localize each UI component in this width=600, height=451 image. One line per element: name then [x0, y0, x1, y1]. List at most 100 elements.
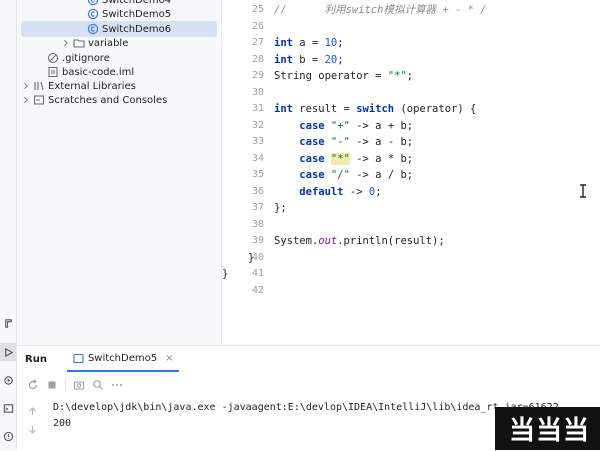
project-tree-label: SwitchDemo5	[102, 8, 172, 20]
code-line-41: }	[222, 266, 228, 283]
toolbar-divider	[65, 379, 66, 391]
line-number: 29	[251, 70, 264, 81]
code-text: System.	[274, 235, 319, 247]
code-text: ;	[337, 37, 344, 49]
static-field: out	[318, 235, 338, 247]
gitignore-icon	[47, 52, 59, 64]
stop-icon[interactable]	[46, 379, 58, 391]
code-line-36: default -> 0;	[274, 184, 382, 201]
run-panel-header: Run SwitchDemo5 ×	[17, 346, 600, 372]
code-text: ;	[406, 70, 414, 82]
line-number: 40	[251, 251, 264, 263]
folder-icon	[73, 37, 85, 49]
number-literal: 20	[324, 53, 338, 66]
run-config-icon	[73, 353, 84, 364]
keyword: int	[274, 53, 293, 66]
scratch-icon	[33, 94, 45, 106]
project-tree-item[interactable]: variable	[17, 35, 220, 51]
code-text: -> a * b;	[349, 152, 414, 165]
code-area[interactable]: // 利用switch模拟计算器 + - * / int a = 10; int…	[222, 0, 600, 345]
more-icon[interactable]	[111, 379, 123, 391]
type-name: String	[274, 70, 312, 82]
project-tree-item[interactable]: SwitchDemo5	[17, 6, 220, 22]
project-tree-label: External Libraries	[48, 80, 136, 92]
problems-icon[interactable]	[0, 427, 16, 445]
line-number: 36	[251, 185, 264, 197]
string-literal-highlighted: "*"	[330, 152, 350, 165]
code-line-32: case "+" -> a + b;	[274, 118, 413, 135]
keyword: int	[274, 103, 293, 115]
code-text: -> a + b;	[349, 119, 414, 132]
code-text: operator =	[311, 70, 388, 82]
code-line-25: // 利用switch模拟计算器 + - * /	[274, 2, 487, 19]
run-tool-icon[interactable]	[0, 343, 16, 361]
code-line-37: };	[274, 200, 287, 217]
code-comment: // 利用switch模拟计算器 + - * /	[274, 4, 487, 16]
string-literal: "-"	[330, 136, 350, 148]
lib-icon	[33, 80, 45, 92]
code-editor[interactable]: 25 26 27 28 29 30 31 32 33 34 35 36 37 38 39 40 41 42 // …	[221, 0, 600, 345]
line-number: 42	[251, 284, 264, 296]
line-number: 32	[251, 119, 264, 131]
project-tree-label: variable	[88, 37, 129, 49]
scroll-down-icon[interactable]	[27, 424, 38, 435]
project-tree-item[interactable]: Scratches and Consoles	[17, 92, 220, 108]
tool-window-strip	[0, 0, 17, 450]
console-output-line: 200	[53, 418, 72, 429]
iml-icon	[47, 66, 59, 78]
scroll-up-icon[interactable]	[27, 406, 38, 417]
number-literal: 10	[324, 37, 338, 49]
project-tree-label: .gitignore	[62, 52, 110, 64]
services-icon[interactable]	[0, 371, 16, 389]
expand-arrow-icon[interactable]	[61, 38, 71, 48]
line-number: 27	[251, 37, 264, 48]
code-line-40: }	[248, 250, 254, 267]
line-number: 38	[251, 218, 264, 230]
code-text: a =	[292, 37, 325, 49]
string-literal: "+"	[330, 119, 350, 132]
keyword: int	[274, 37, 293, 49]
project-tree-panel: SwitchDemo4 SwitchDemo5 SwitchDemo6 variabl…	[17, 0, 220, 345]
code-text: ;	[375, 185, 382, 198]
camera-icon[interactable]	[73, 379, 85, 391]
line-number: 31	[251, 103, 264, 114]
keyword: default	[299, 185, 344, 198]
line-number-gutter: 25 26 27 28 29 30 31 32 33 34 35 36 37 38 39 40 41 42	[222, 0, 264, 345]
code-text: };	[274, 202, 287, 214]
code-line-31: int result = switch (operator) {	[274, 101, 476, 118]
line-number: 30	[251, 86, 264, 98]
terminal-icon[interactable]	[0, 399, 16, 417]
keyword: case	[299, 136, 325, 148]
text-cursor-icon	[580, 184, 586, 198]
line-number: 25	[251, 4, 264, 15]
line-number: 37	[251, 202, 264, 213]
code-line-28: int b = 20;	[274, 52, 344, 69]
code-text: -> a - b;	[349, 136, 414, 148]
search-icon[interactable]	[92, 379, 104, 391]
keyword: switch	[356, 103, 395, 115]
code-text: ->	[343, 185, 369, 198]
line-number: 33	[251, 136, 264, 147]
keyword: case	[299, 119, 325, 132]
project-tree-label: SwitchDemo6	[102, 23, 172, 35]
run-tab-switchdemo5[interactable]: SwitchDemo5 ×	[66, 346, 180, 372]
structure-icon[interactable]	[0, 314, 16, 332]
keyword: case	[299, 152, 325, 165]
close-tab-icon[interactable]: ×	[165, 353, 173, 364]
code-line-39: System.out.println(result);	[274, 233, 445, 250]
class-icon	[87, 23, 99, 35]
line-number: 39	[251, 235, 264, 246]
code-text: }	[222, 268, 229, 280]
expand-arrow-icon[interactable]	[21, 81, 31, 91]
code-text: result =	[292, 103, 357, 115]
code-text: -> a / b;	[349, 169, 414, 181]
project-tree-label: SwitchDemo4	[102, 0, 172, 6]
expand-arrow-icon[interactable]	[21, 95, 31, 105]
keyword: case	[299, 169, 325, 181]
code-line-35: case "/" -> a / b;	[274, 167, 413, 184]
code-text: (operator) {	[394, 103, 477, 115]
code-line-34: case "*" -> a * b;	[274, 151, 413, 168]
line-number: 35	[251, 169, 264, 180]
project-tree-label: Scratches and Consoles	[48, 94, 168, 106]
rerun-icon[interactable]	[27, 379, 39, 391]
